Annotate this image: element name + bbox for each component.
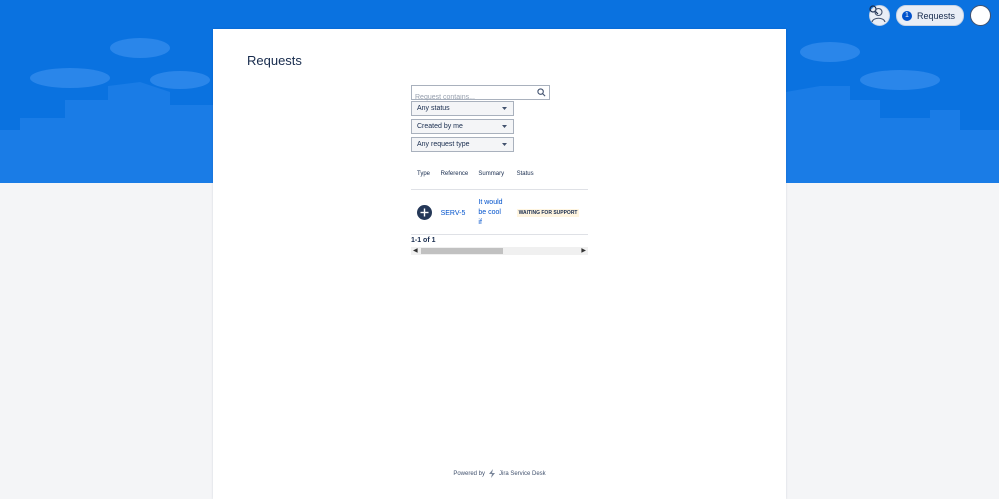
request-type-filter-select[interactable]: Any request type — [411, 137, 514, 152]
request-search-box — [411, 85, 550, 104]
column-header-reference[interactable]: Reference — [434, 163, 473, 190]
content-panel: Requests Any status Created by me Any re… — [213, 29, 786, 499]
user-avatar-button[interactable] — [871, 5, 991, 26]
status-cell: WAITING FOR SUPPORT — [510, 189, 588, 235]
requests-count-badge: 1 — [901, 10, 912, 21]
jira-service-desk-logo-icon — [489, 469, 495, 478]
search-icon[interactable] — [537, 88, 546, 97]
chevron-down-icon — [502, 125, 507, 128]
column-header-summary[interactable]: Summary — [472, 163, 511, 190]
requests-table-wrapper: Type Reference Summary Status SERV-5 It … — [411, 163, 588, 235]
requests-button[interactable]: 1 Requests — [895, 5, 964, 26]
status-badge: WAITING FOR SUPPORT — [516, 209, 580, 217]
scroll-right-icon[interactable]: ▶ — [581, 247, 586, 255]
horizontal-scrollbar[interactable]: ◀ ▶ — [411, 247, 588, 255]
owner-filter-value: Created by me — [417, 123, 463, 130]
chevron-down-icon — [502, 107, 507, 110]
status-filter-select[interactable]: Any status — [411, 101, 514, 116]
column-header-status[interactable]: Status — [510, 163, 588, 190]
summary-cell: It would be cool if — [472, 189, 511, 235]
requests-button-label: Requests — [916, 10, 955, 21]
requests-table: Type Reference Summary Status SERV-5 It … — [411, 163, 588, 235]
scrollbar-thumb[interactable] — [421, 248, 503, 254]
request-type-filter-value: Any request type — [417, 141, 470, 148]
reference-cell: SERV-5 — [434, 189, 473, 235]
table-header-row: Type Reference Summary Status — [411, 163, 588, 190]
column-header-type[interactable]: Type — [411, 163, 435, 190]
footer-product-link[interactable]: Jira Service Desk — [499, 471, 546, 477]
owner-filter-select[interactable]: Created by me — [411, 119, 514, 134]
request-reference-link[interactable]: SERV-5 — [441, 210, 466, 217]
footer-prefix: Powered by — [453, 470, 485, 477]
footer: Powered by Jira Service Desk — [213, 469, 786, 478]
status-filter-value: Any status — [417, 105, 450, 112]
pagination-count: 1-1 of 1 — [411, 237, 436, 244]
plus-circle-icon — [417, 204, 432, 220]
table-row[interactable]: SERV-5 It would be cool if WAITING FOR S… — [411, 189, 588, 235]
request-type-cell — [411, 189, 435, 235]
top-actions: 1 Requests — [868, 5, 991, 26]
chevron-down-icon — [502, 143, 507, 146]
page-title: Requests — [247, 53, 302, 68]
request-summary-link[interactable]: It would be cool if — [478, 198, 506, 228]
scroll-left-icon[interactable]: ◀ — [413, 247, 418, 255]
